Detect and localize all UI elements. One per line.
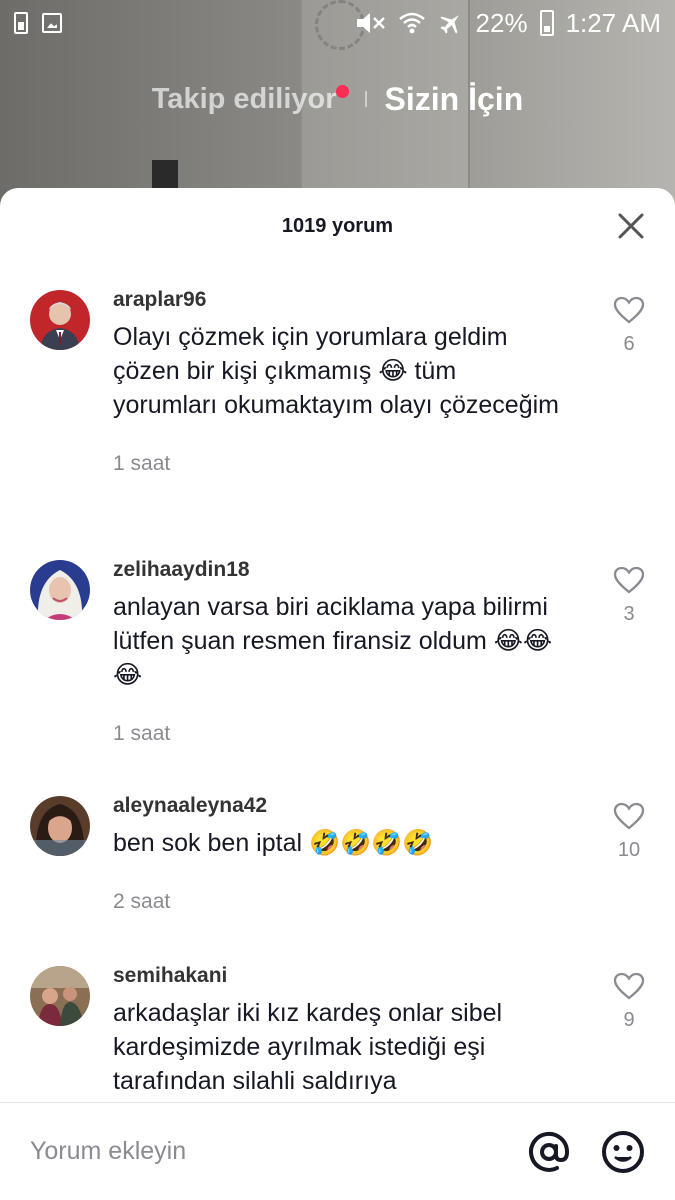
like-button[interactable]: 9 bbox=[611, 972, 647, 1032]
avatar[interactable] bbox=[30, 966, 90, 1026]
comment-item: aleynaaleyna42 ben sok ben iptal 🤣🤣🤣🤣 2 … bbox=[0, 790, 675, 960]
clock-time: 1:27 AM bbox=[565, 7, 661, 38]
heart-icon bbox=[613, 566, 645, 594]
comment-text: ben sok ben iptal 🤣🤣🤣🤣 bbox=[113, 829, 434, 857]
mute-icon bbox=[356, 13, 385, 33]
comments-sheet: 1019 yorum araplar96 Olayı çözmek için y… bbox=[0, 188, 675, 1200]
comment-item: araplar96 Olayı çözmek için yorumlara ge… bbox=[0, 284, 675, 554]
comment-username[interactable]: semihakani bbox=[113, 960, 565, 990]
feed-tabs: Takip ediliyor Sizin İçin bbox=[0, 74, 675, 124]
comment-text: Olayı çözmek için yorumlara geldim çözen… bbox=[113, 323, 559, 419]
comment-item: semihakani arkadaşlar iki kız kardeş onl… bbox=[0, 960, 675, 1110]
comment-username[interactable]: araplar96 bbox=[113, 284, 565, 314]
status-bar: 22% 1:27 AM bbox=[0, 0, 675, 46]
battery-icon bbox=[539, 10, 554, 36]
comment-text: arkadaşlar iki kız kardeş onlar sibel ka… bbox=[113, 999, 503, 1095]
battery-percent: 22% bbox=[475, 7, 528, 38]
heart-icon bbox=[613, 802, 645, 830]
gallery-icon bbox=[42, 13, 62, 33]
tab-following[interactable]: Takip ediliyor bbox=[151, 82, 349, 116]
comment-list: araplar96 Olayı çözmek için yorumlara ge… bbox=[0, 284, 675, 1110]
tab-following-label: Takip ediliyor bbox=[151, 82, 337, 115]
comment-count-title: 1019 yorum bbox=[281, 214, 394, 237]
heart-icon bbox=[613, 296, 645, 324]
comment-username[interactable]: aleynaaleyna42 bbox=[113, 790, 565, 820]
comment-input-bar: Yorum ekleyin bbox=[0, 1102, 675, 1200]
notification-dot bbox=[335, 84, 349, 98]
comment-text: anlayan varsa biri aciklama yapa bilirmi… bbox=[113, 593, 553, 689]
like-button[interactable]: 6 bbox=[611, 296, 647, 356]
avatar[interactable] bbox=[30, 560, 90, 620]
heart-icon bbox=[613, 972, 645, 1000]
close-icon[interactable] bbox=[617, 212, 645, 240]
comment-time: 1 saat bbox=[113, 452, 171, 475]
wifi-icon bbox=[398, 12, 425, 34]
like-count: 3 bbox=[623, 603, 635, 625]
emoji-icon[interactable] bbox=[601, 1130, 645, 1174]
like-count: 10 bbox=[617, 839, 641, 861]
comment-input[interactable]: Yorum ekleyin bbox=[30, 1137, 497, 1166]
battery-saver-icon bbox=[14, 12, 28, 34]
airplane-icon bbox=[439, 15, 459, 34]
tab-divider bbox=[364, 91, 367, 107]
like-count: 9 bbox=[623, 1009, 635, 1031]
like-button[interactable]: 3 bbox=[611, 566, 647, 626]
like-count: 6 bbox=[623, 333, 635, 355]
at-icon[interactable] bbox=[527, 1130, 571, 1174]
avatar[interactable] bbox=[30, 796, 90, 856]
tab-for-you[interactable]: Sizin İçin bbox=[385, 81, 524, 118]
sheet-header: 1019 yorum bbox=[0, 188, 675, 264]
like-button[interactable]: 10 bbox=[611, 802, 647, 862]
avatar[interactable] bbox=[30, 290, 90, 350]
comment-item: zelihaaydin18 anlayan varsa biri aciklam… bbox=[0, 554, 675, 790]
comment-time: 2 saat bbox=[113, 890, 171, 913]
comment-time: 1 saat bbox=[113, 722, 171, 745]
comment-username[interactable]: zelihaaydin18 bbox=[113, 554, 565, 584]
